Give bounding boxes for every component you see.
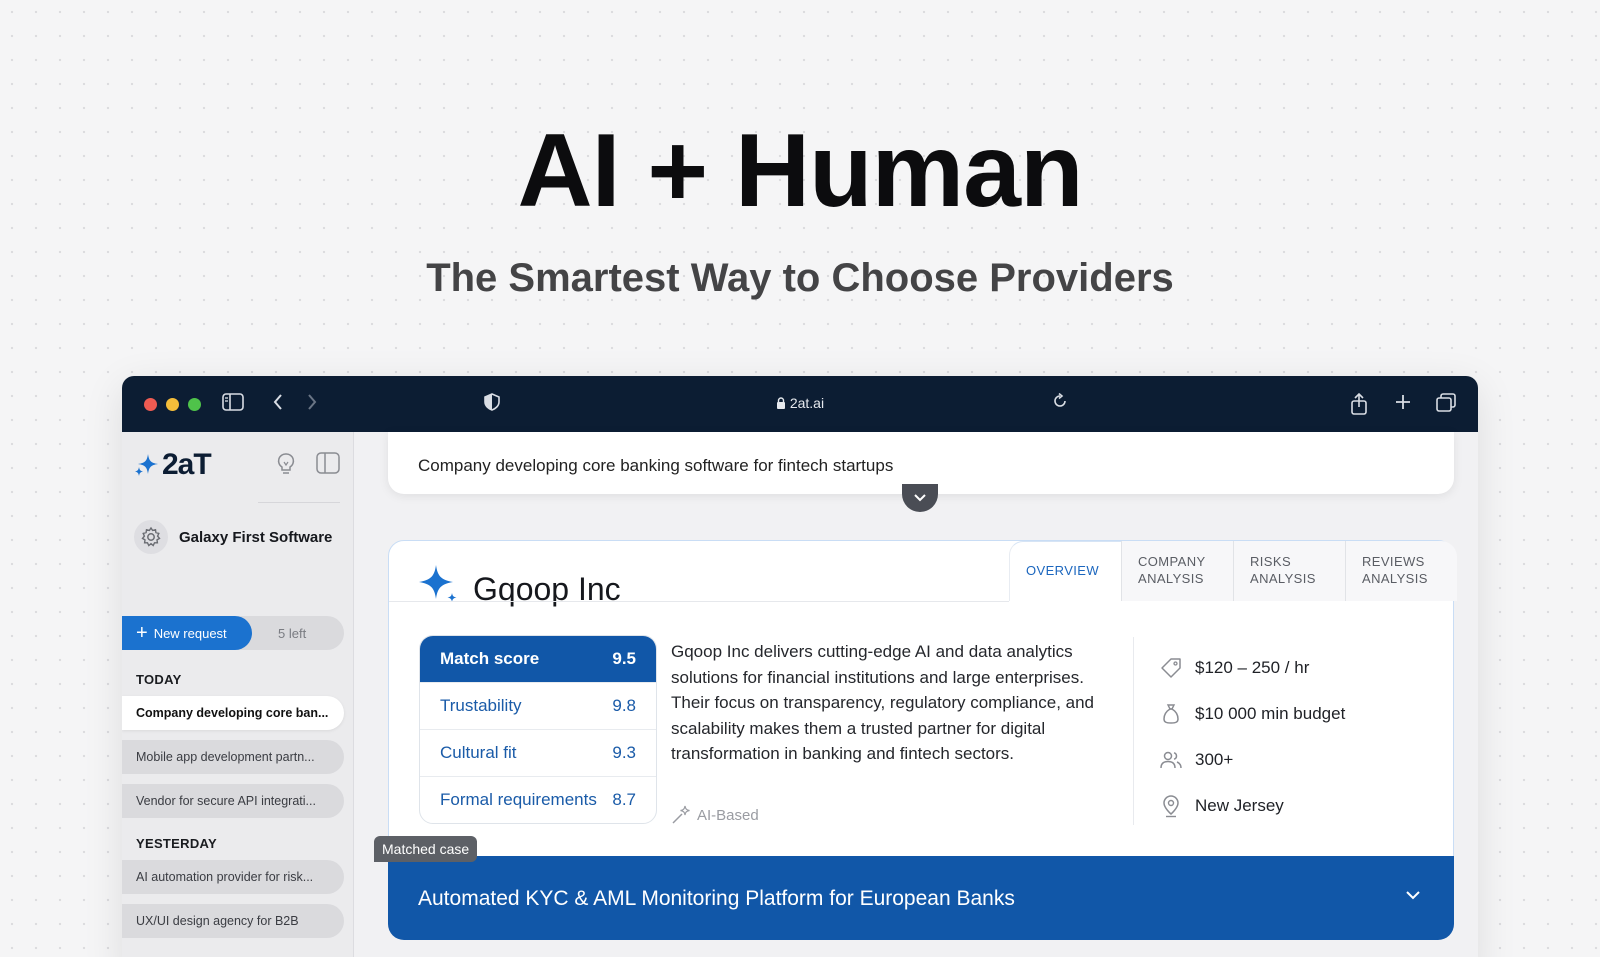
hero-title: AI + Human [517, 113, 1084, 229]
fact-text: New Jersey [1195, 796, 1284, 815]
score-panel: Match score 9.5 Trustability 9.8 Cultura… [419, 635, 657, 824]
tab-risks-analysis[interactable]: RISKS ANALYSIS [1233, 541, 1345, 601]
tab-company-analysis[interactable]: COMPANY ANALYSIS [1121, 541, 1233, 601]
score-value: 9.5 [612, 649, 636, 668]
fact-budget: $10 000 min budget [1159, 691, 1345, 737]
history-item[interactable]: Mobile app development partn... [122, 740, 344, 774]
hero-subtitle: The Smartest Way to Choose Providers [426, 256, 1174, 300]
tab-label: COMPANY [1138, 554, 1206, 569]
provider-description: Gqoop Inc delivers cutting-edge AI and d… [671, 642, 1095, 763]
window-controls [144, 398, 201, 411]
new-request-button[interactable]: + New request [122, 616, 252, 650]
section-label-today: TODAY [136, 672, 182, 687]
address-bar: 2at.ai [122, 395, 1478, 411]
new-tab-icon[interactable] [1394, 393, 1412, 415]
tab-label: REVIEWS [1362, 554, 1425, 569]
matched-case-title: Automated KYC & AML Monitoring Platform … [418, 887, 1015, 910]
history-item[interactable]: UX/UI design agency for B2B [122, 904, 344, 938]
matched-case-bar[interactable]: Automated KYC & AML Monitoring Platform … [388, 856, 1454, 940]
tab-label: RISKS [1250, 554, 1292, 569]
matched-case-badge: Matched case [374, 836, 478, 862]
score-label: Match score [440, 649, 540, 668]
sidebar: 2aT Galaxy First Software + New request … [122, 432, 354, 957]
plus-icon: + [136, 622, 148, 644]
score-row: Trustability 9.8 [420, 682, 656, 729]
score-label: Trustability [440, 696, 522, 715]
score-value: 9.3 [612, 743, 636, 762]
facts-divider [1133, 637, 1134, 825]
score-label: Formal requirements [440, 790, 597, 809]
reload-icon[interactable] [1052, 392, 1068, 413]
browser-window: 2at.ai 2aT Galaxy First Software + New r… [122, 376, 1478, 957]
workspace-selector[interactable]: Galaxy First Software [134, 520, 332, 554]
lightbulb-icon[interactable] [276, 452, 296, 481]
lock-icon [776, 395, 790, 411]
match-score-row: Match score 9.5 [420, 636, 656, 682]
chevron-down-icon [914, 494, 926, 502]
fact-location: New Jersey [1159, 783, 1345, 829]
workspace-name: Galaxy First Software [179, 528, 333, 546]
new-request-bar: + New request 5 left [122, 616, 344, 650]
close-window-button[interactable] [144, 398, 157, 411]
tab-label: ANALYSIS [1250, 571, 1316, 586]
requests-left-counter: 5 left [278, 626, 307, 641]
fact-employees: 300+ [1159, 737, 1345, 783]
collapse-sidebar-icon[interactable] [316, 452, 340, 479]
sparkle-logo-icon [135, 454, 158, 476]
chevron-down-icon[interactable] [1404, 889, 1422, 901]
score-row: Cultural fit 9.3 [420, 729, 656, 776]
score-value: 9.8 [612, 696, 636, 715]
fact-text: 300+ [1195, 750, 1234, 769]
minimize-window-button[interactable] [166, 398, 179, 411]
ai-based-label: AI-Based [697, 806, 759, 824]
section-label-yesterday: YESTERDAY [136, 836, 217, 851]
back-icon[interactable] [272, 393, 284, 415]
sidebar-divider [258, 502, 340, 503]
forward-icon[interactable] [306, 393, 318, 415]
fact-rate: $120 – 250 / hr [1159, 645, 1345, 691]
tab-overview[interactable]: OVERVIEW [1009, 541, 1121, 601]
score-value: 8.7 [612, 790, 636, 809]
magic-wand-icon [672, 805, 690, 824]
history-item[interactable]: Company developing core ban... [122, 696, 344, 730]
maximize-window-button[interactable] [188, 398, 201, 411]
tab-label: ANALYSIS [1138, 571, 1204, 586]
tab-reviews-analysis[interactable]: REVIEWS ANALYSIS [1345, 541, 1457, 601]
location-pin-icon [1163, 795, 1179, 818]
fact-text: $10 000 min budget [1195, 704, 1346, 723]
score-label: Cultural fit [440, 743, 517, 762]
shield-icon[interactable] [484, 393, 500, 415]
gear-icon[interactable] [134, 520, 168, 554]
share-icon[interactable] [1350, 392, 1368, 419]
new-request-label: New request [153, 625, 227, 641]
provider-facts: $120 – 250 / hr $10 000 min budget 300+ … [1159, 645, 1345, 829]
logo[interactable]: 2aT [134, 448, 212, 482]
provider-name: Gqoop Inc [473, 571, 621, 607]
tabs-overview-icon[interactable] [1436, 393, 1456, 417]
query-text: Company developing core banking software… [418, 456, 894, 475]
sidebar-toggle-icon[interactable] [222, 393, 244, 415]
money-bag-icon [1163, 704, 1179, 724]
people-icon [1160, 751, 1182, 769]
score-row: Formal requirements 8.7 [420, 776, 656, 823]
ai-based-tag: AI-Based [671, 805, 759, 825]
expand-query-button[interactable] [902, 484, 938, 512]
tab-label: OVERVIEW [1026, 563, 1100, 578]
tabs-divider [389, 601, 1009, 602]
history-item[interactable]: AI automation provider for risk... [122, 860, 344, 894]
tab-bar: OVERVIEW COMPANY ANALYSIS RISKS ANALYSIS… [1009, 541, 1457, 601]
history-item[interactable]: Vendor for secure API integrati... [122, 784, 344, 818]
browser-toolbar: 2at.ai [122, 376, 1478, 432]
price-tag-icon [1161, 658, 1181, 678]
tab-label: ANALYSIS [1362, 571, 1428, 586]
fact-text: $120 – 250 / hr [1195, 658, 1310, 677]
url-text[interactable]: 2at.ai [790, 395, 824, 411]
logo-text: 2aT [162, 448, 212, 481]
